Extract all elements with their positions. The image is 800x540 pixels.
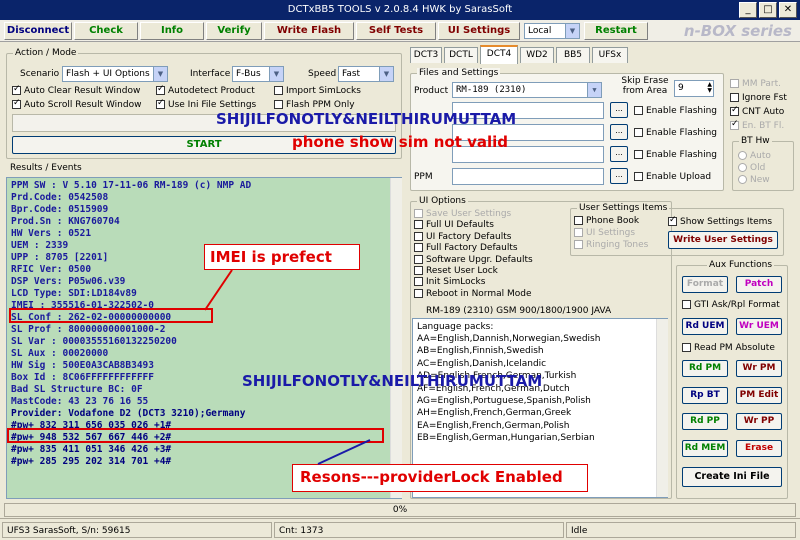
imei-arrow [204,269,233,311]
watermark-top: SHIJILFONOTLY&NEILTHIRUMUTTAM [216,110,517,128]
watermark-bottom: SHIJILFONOTLY&NEILTHIRUMUTTAM [242,372,543,390]
annotation-arrows [204,269,371,465]
provider-arrow [317,439,371,465]
sim-note: phone show sim not valid [292,133,509,151]
